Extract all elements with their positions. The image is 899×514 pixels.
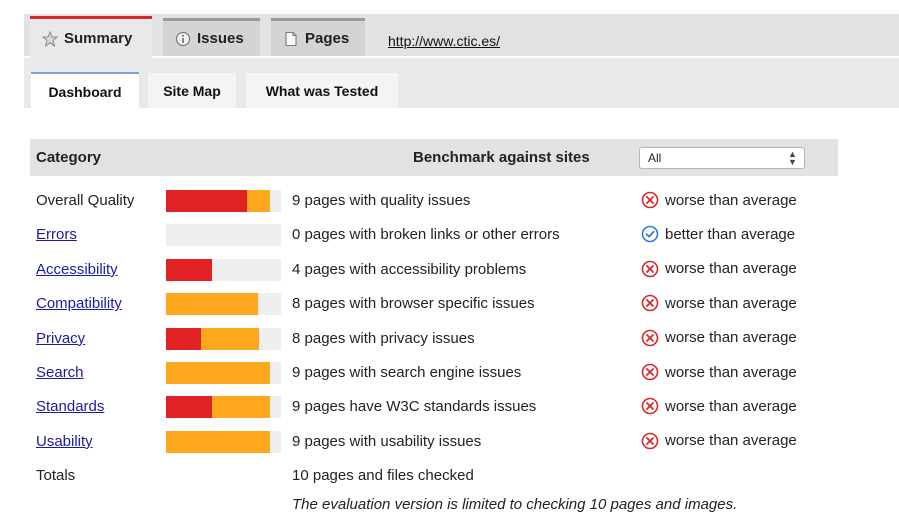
- benchmark-select[interactable]: All ▲ ▼: [639, 147, 805, 169]
- worse-x-icon: [641, 191, 659, 209]
- bar-segment-errors: [166, 190, 247, 212]
- tab-site-map[interactable]: Site Map: [148, 73, 236, 108]
- table-row: Overall Quality 9 pages with quality issu…: [0, 184, 899, 218]
- tab-what-was-tested[interactable]: What was Tested: [246, 73, 398, 108]
- table-row: Compatibility 8 pages with browser specif…: [0, 287, 899, 321]
- table-row: Standards 9 pages have W3C standards issu…: [0, 390, 899, 424]
- tab-dashboard[interactable]: Dashboard: [31, 72, 139, 110]
- benchmark-result: worse than average: [641, 191, 797, 209]
- bar-segment-errors: [166, 327, 201, 350]
- bar-segment-warnings: [166, 293, 258, 316]
- table-row: Accessibility 4 pages with accessibility …: [0, 253, 899, 287]
- table-row: Usability 9 pages with usability issues wo…: [0, 425, 899, 459]
- benchmark-label: better than average: [665, 225, 796, 243]
- totals-label: Totals: [36, 467, 76, 484]
- quality-bar: [166, 293, 281, 316]
- quality-bar: [166, 430, 281, 453]
- benchmark-label: worse than average: [665, 294, 797, 312]
- benchmark-label: worse than average: [665, 260, 797, 278]
- category-accessibility[interactable]: Accessibility: [36, 261, 118, 278]
- worse-x-icon: [641, 432, 659, 450]
- category-privacy[interactable]: Privacy: [36, 330, 85, 347]
- row-description: 8 pages with browser specific issues: [292, 295, 535, 313]
- tab-summary-label: Summary: [64, 30, 133, 47]
- benchmark-label: worse than average: [665, 191, 797, 209]
- benchmark-column-header: Benchmark against sites: [413, 149, 590, 166]
- row-description: 8 pages with privacy issues: [292, 329, 475, 347]
- row-description: 9 pages have W3C standards issues: [292, 398, 537, 416]
- category-column-header: Category: [36, 149, 102, 166]
- benchmark-label: worse than average: [665, 432, 797, 450]
- category-usability[interactable]: Usability: [36, 433, 93, 450]
- worse-x-icon: [641, 363, 659, 381]
- benchmark-result: worse than average: [641, 363, 797, 381]
- category-search[interactable]: Search: [36, 364, 84, 381]
- tab-pages[interactable]: Pages: [271, 18, 365, 56]
- row-description: 4 pages with accessibility problems: [292, 260, 527, 278]
- row-description: 9 pages with usability issues: [292, 432, 482, 450]
- select-arrows-icon: ▲ ▼: [788, 149, 797, 167]
- bar-segment-warnings: [166, 430, 270, 453]
- totals-row: Totals 10 pages and files checked: [0, 459, 899, 493]
- bar-segment-warnings: [247, 190, 270, 212]
- benchmark-select-value: All: [648, 151, 662, 165]
- better-check-icon: [641, 225, 659, 243]
- category-standards[interactable]: Standards: [36, 398, 104, 415]
- tab-issues-label: Issues: [197, 30, 244, 47]
- benchmark-label: worse than average: [665, 363, 797, 381]
- totals-description: 10 pages and files checked: [292, 467, 474, 484]
- bar-segment-errors: [166, 396, 212, 419]
- worse-x-icon: [641, 329, 659, 347]
- worse-x-icon: [641, 260, 659, 278]
- table-row: Privacy 8 pages with privacy issues worse …: [0, 322, 899, 356]
- table-row: Search 9 pages with search engine issues w…: [0, 356, 899, 390]
- worse-x-icon: [641, 294, 659, 312]
- table-row: Errors 0 pages with broken links or other…: [0, 218, 899, 252]
- quality-bar: [166, 190, 281, 212]
- category-compatibility[interactable]: Compatibility: [36, 295, 122, 312]
- category-overall-quality: Overall Quality: [36, 192, 135, 209]
- tab-issues[interactable]: Issues: [163, 18, 260, 56]
- worse-x-icon: [641, 397, 659, 415]
- benchmark-result: worse than average: [641, 432, 797, 450]
- row-description: 9 pages with search engine issues: [292, 364, 522, 381]
- quality-bar: [166, 258, 281, 281]
- site-url-link[interactable]: http://www.ctic.es/: [388, 33, 500, 49]
- row-description: 0 pages with broken links or other error…: [292, 226, 560, 244]
- bar-segment-warnings: [166, 362, 270, 384]
- tab-pages-label: Pages: [305, 30, 350, 47]
- quality-bar: [166, 327, 281, 350]
- bar-segment-warnings: [212, 396, 270, 419]
- quality-bar: [166, 224, 281, 247]
- page-icon: [283, 31, 299, 47]
- benchmark-result: better than average: [641, 225, 795, 243]
- bar-segment-warnings: [201, 327, 259, 350]
- info-icon: [175, 31, 191, 47]
- benchmark-result: worse than average: [641, 329, 797, 347]
- benchmark-result: worse than average: [641, 294, 797, 312]
- benchmark-label: worse than average: [665, 329, 797, 347]
- bar-segment-errors: [166, 258, 212, 281]
- row-description: 9 pages with quality issues: [292, 192, 471, 209]
- benchmark-result: worse than average: [641, 260, 797, 278]
- benchmark-result: worse than average: [641, 397, 797, 415]
- benchmark-label: worse than average: [665, 397, 797, 415]
- quality-bar: [166, 362, 281, 384]
- category-errors[interactable]: Errors: [36, 226, 77, 243]
- quality-bar: [166, 396, 281, 419]
- tab-summary[interactable]: Summary: [30, 16, 152, 58]
- star-icon: [42, 30, 58, 47]
- evaluation-note: The evaluation version is limited to che…: [292, 496, 738, 513]
